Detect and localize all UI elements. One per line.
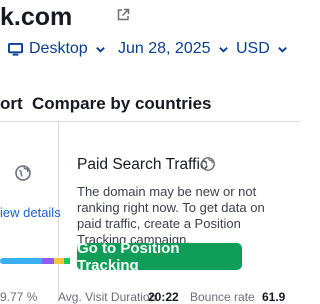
metric-label: Avg. Visit Duration [58, 290, 157, 304]
globe-icon [201, 157, 215, 171]
bar-segment [42, 258, 54, 264]
chevron-down-icon [218, 46, 228, 53]
currency-label: USD [236, 40, 270, 57]
tab-report[interactable]: ort [0, 94, 23, 114]
date-selector[interactable]: Jun 28, 2025 [118, 36, 229, 62]
date-label: Jun 28, 2025 [118, 40, 211, 57]
card-description: The domain may be new or not ranking rig… [77, 184, 265, 247]
view-details-link[interactable]: iew details [0, 205, 61, 220]
tab-compare-by-countries[interactable]: Compare by countries [32, 94, 212, 114]
metric-label: Bounce rate [190, 290, 255, 304]
external-link-icon[interactable] [116, 8, 130, 22]
bar-segment [64, 258, 70, 264]
metric-value: 9.77 % [0, 290, 38, 304]
bar-segment [0, 258, 22, 264]
currency-selector[interactable]: USD [236, 36, 288, 62]
device-label: Desktop [29, 40, 88, 57]
chevron-down-icon [95, 46, 105, 53]
traffic-distribution-bar [0, 258, 70, 264]
metrics-row: 9.77 % Avg. Visit Duration 20:22 Bounce … [0, 290, 300, 304]
domain-title: k.com [0, 3, 73, 31]
chevron-down-icon [277, 46, 287, 53]
monitor-icon [8, 42, 23, 56]
toolbar: Desktop Jun 28, 2025 USD [0, 36, 300, 62]
go-to-position-tracking-button[interactable]: Go to Position Tracking [77, 240, 242, 274]
bar-segment [54, 258, 64, 264]
device-selector[interactable]: Desktop [8, 36, 106, 62]
globe-icon [15, 165, 31, 181]
metric-value: 61.9 [262, 290, 286, 304]
bar-segment [22, 258, 42, 264]
metric-value: 20:22 [148, 290, 179, 304]
card-title: Paid Search Traffic [77, 156, 208, 173]
